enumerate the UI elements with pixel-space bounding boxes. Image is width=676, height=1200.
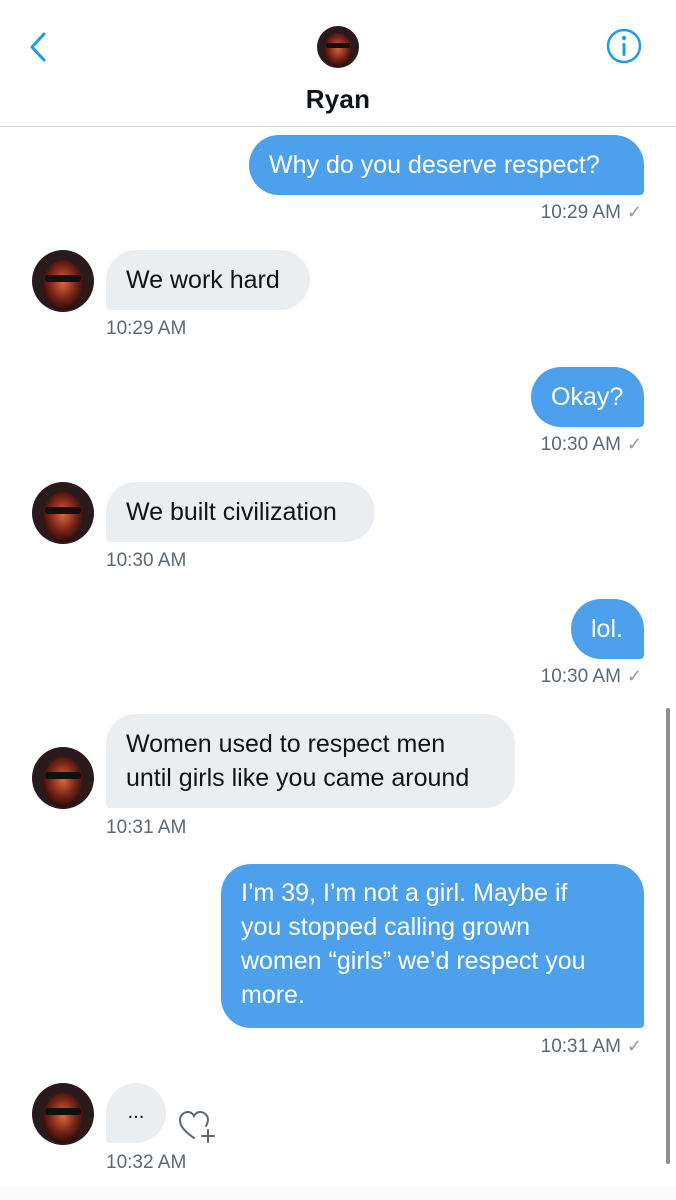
outgoing-message[interactable]: Why do you deserve respect? bbox=[249, 135, 644, 195]
check-icon: ✓ bbox=[626, 1036, 642, 1056]
message-text: Why do you deserve respect? bbox=[269, 151, 600, 179]
incoming-message[interactable]: We built civilization bbox=[106, 482, 375, 542]
conversation-header: Ryan bbox=[0, 0, 676, 127]
contact-name[interactable]: Ryan bbox=[0, 84, 676, 115]
incoming-message[interactable]: We work hard bbox=[106, 250, 310, 310]
message-timestamp: 10:30 AM ✓ bbox=[540, 434, 642, 455]
message-timestamp: 10:32 AM bbox=[106, 1152, 187, 1173]
check-icon: ✓ bbox=[626, 434, 642, 454]
check-icon: ✓ bbox=[626, 202, 642, 222]
message-text-line: women “girls” we’d respect you bbox=[241, 947, 586, 975]
outgoing-message[interactable]: lol. bbox=[571, 599, 644, 659]
scrollbar[interactable] bbox=[666, 708, 670, 1164]
message-timestamp: 10:31 AM ✓ bbox=[540, 1036, 642, 1057]
message-text-line: Women used to respect men bbox=[126, 730, 446, 758]
message-text: Okay? bbox=[551, 383, 624, 411]
message-timestamp: 10:31 AM bbox=[106, 817, 187, 838]
message-text: We built civilization bbox=[126, 498, 337, 526]
message-text: ... bbox=[127, 1101, 145, 1123]
message-text-line: I’m 39, I’m not a girl. Maybe if bbox=[241, 879, 568, 907]
incoming-message[interactable]: Women used to respect men until girls li… bbox=[106, 714, 515, 808]
message-text-line: until girls like you came around bbox=[126, 764, 470, 792]
add-reaction-heart-icon[interactable] bbox=[178, 1110, 218, 1144]
sender-avatar[interactable] bbox=[32, 482, 94, 544]
contact-avatar[interactable] bbox=[317, 26, 359, 68]
message-text: We work hard bbox=[126, 266, 280, 294]
message-timestamp: 10:30 AM ✓ bbox=[540, 666, 642, 687]
sender-avatar[interactable] bbox=[32, 250, 94, 312]
message-text-line: more. bbox=[241, 981, 305, 1009]
info-icon[interactable] bbox=[605, 27, 643, 65]
sender-avatar[interactable] bbox=[32, 1083, 94, 1145]
message-text: lol. bbox=[591, 615, 623, 643]
sender-avatar[interactable] bbox=[32, 747, 94, 809]
back-arrow-icon[interactable] bbox=[24, 28, 54, 66]
incoming-message[interactable]: ... bbox=[106, 1083, 166, 1143]
outgoing-message[interactable]: I’m 39, I’m not a girl. Maybe if you sto… bbox=[221, 864, 644, 1028]
message-timestamp: 10:29 AM ✓ bbox=[540, 202, 642, 223]
message-timestamp: 10:29 AM bbox=[106, 318, 187, 339]
message-timestamp: 10:30 AM bbox=[106, 550, 187, 571]
composer-edge bbox=[0, 1186, 676, 1200]
message-text-line: you stopped calling grown bbox=[241, 913, 531, 941]
check-icon: ✓ bbox=[626, 666, 642, 686]
outgoing-message[interactable]: Okay? bbox=[531, 367, 644, 427]
